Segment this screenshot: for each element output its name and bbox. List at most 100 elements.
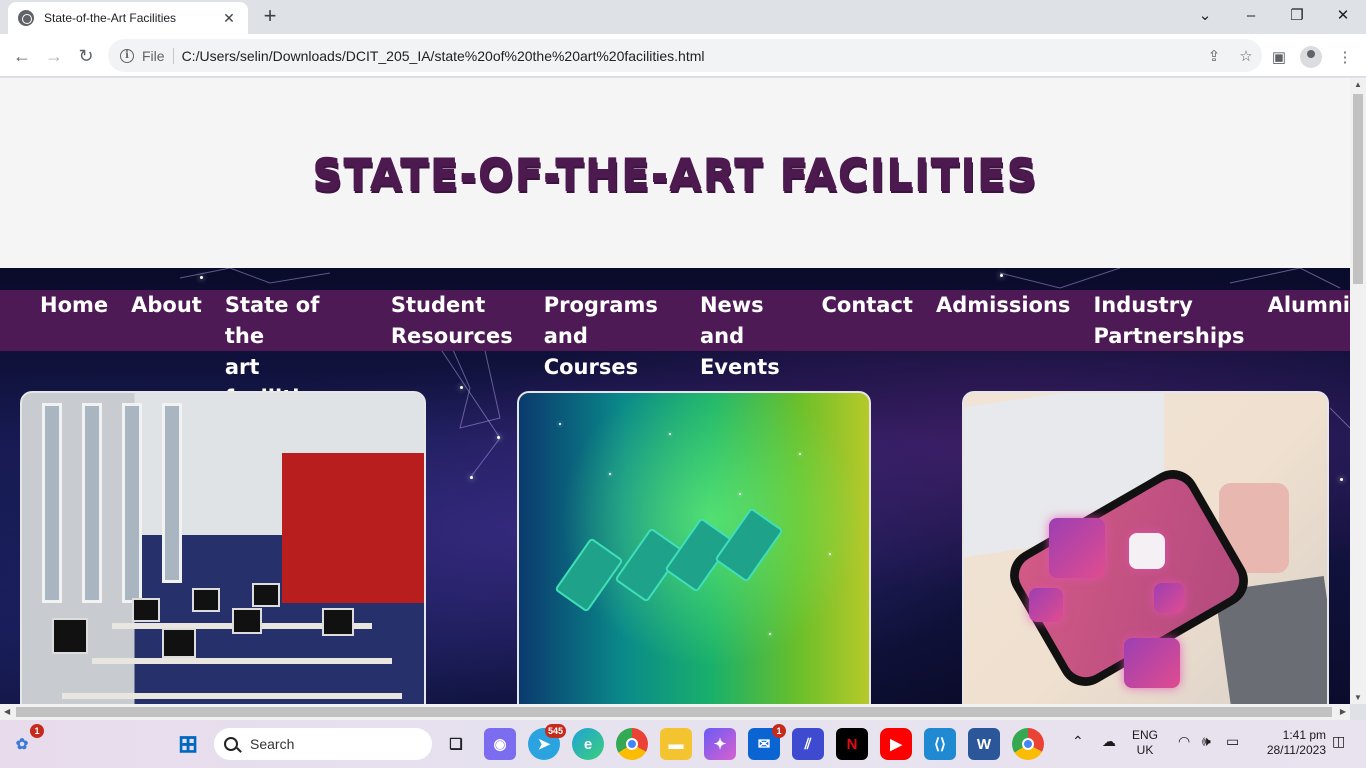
app-icon[interactable]: ⫽ bbox=[792, 728, 824, 760]
share-icon[interactable]: ⇪ bbox=[1198, 47, 1230, 65]
search-placeholder: Search bbox=[250, 736, 295, 752]
window-pane bbox=[82, 403, 102, 603]
app-widget bbox=[1124, 638, 1180, 688]
onedrive-icon[interactable]: ☁ bbox=[1102, 734, 1116, 749]
page-viewport: State-of-the-Art Facilities Home About S… bbox=[0, 78, 1350, 704]
widgets-badge: 1 bbox=[30, 724, 44, 738]
ethernet-plug bbox=[554, 537, 624, 613]
ethernet-plug bbox=[714, 507, 784, 583]
site-info-icon[interactable]: i bbox=[120, 48, 134, 63]
app-widget bbox=[1029, 588, 1063, 622]
edge-icon[interactable]: e bbox=[572, 728, 604, 760]
app-widget bbox=[1049, 518, 1105, 578]
monitor bbox=[162, 628, 196, 658]
network-cables-image bbox=[517, 391, 871, 704]
language-indicator[interactable]: ENG UK bbox=[1132, 728, 1158, 758]
copilot-icon[interactable]: ✦ bbox=[704, 728, 736, 760]
netflix-icon[interactable]: N bbox=[836, 728, 868, 760]
teams-chat-icon[interactable]: ◉ bbox=[484, 728, 516, 760]
minimize-button[interactable]: – bbox=[1228, 0, 1274, 30]
reload-button[interactable]: ↻ bbox=[72, 42, 100, 70]
youtube-icon[interactable]: ▶ bbox=[880, 728, 912, 760]
word-icon[interactable]: W bbox=[968, 728, 1000, 760]
chrome-active-icon[interactable] bbox=[1012, 728, 1044, 760]
new-tab-button[interactable]: + bbox=[258, 5, 282, 27]
browser-tab[interactable]: State-of-the-Art Facilities ✕ bbox=[8, 2, 248, 34]
nav-link-home[interactable]: Home bbox=[40, 290, 108, 321]
wifi-icon[interactable]: ◠ bbox=[1178, 734, 1190, 749]
nav-link-news-events[interactable]: News and Events bbox=[700, 290, 797, 383]
battery-icon[interactable]: ▭ bbox=[1226, 734, 1239, 749]
close-window-button[interactable]: ✕ bbox=[1320, 0, 1366, 30]
taskbar-search[interactable]: Search bbox=[214, 728, 432, 760]
window-pane bbox=[42, 403, 62, 603]
nav-link-industry-partnerships[interactable]: Industry Partnerships bbox=[1093, 290, 1244, 352]
star-decoration bbox=[497, 436, 500, 439]
light-dot bbox=[799, 453, 801, 455]
telegram-badge: 545 bbox=[544, 724, 566, 738]
notifications-icon[interactable]: ◫ bbox=[1332, 734, 1345, 749]
desk bbox=[62, 693, 402, 699]
light-dot bbox=[739, 493, 741, 495]
nav-link-student-resources[interactable]: Student Resources bbox=[391, 290, 513, 352]
monitor bbox=[192, 588, 220, 612]
window-pane bbox=[162, 403, 182, 583]
side-panel-icon[interactable]: ▣ bbox=[1268, 46, 1290, 68]
scroll-right-icon[interactable]: ▶ bbox=[1340, 707, 1346, 716]
nav-link-about[interactable]: About bbox=[131, 290, 202, 321]
monitor bbox=[252, 583, 280, 607]
widgets-icon[interactable]: ✿ 1 bbox=[6, 724, 44, 760]
chrome-icon[interactable] bbox=[616, 728, 648, 760]
keyboard-layout: UK bbox=[1136, 743, 1154, 757]
tab-strip: State-of-the-Art Facilities ✕ + ⌄ – ❐ ✕ bbox=[0, 0, 1366, 34]
mail-badge: 1 bbox=[772, 724, 786, 738]
nav-link-admissions[interactable]: Admissions bbox=[936, 290, 1070, 321]
app-widget bbox=[1154, 583, 1184, 613]
close-tab-icon[interactable]: ✕ bbox=[220, 10, 238, 27]
vertical-scroll-thumb[interactable] bbox=[1353, 94, 1363, 284]
search-icon bbox=[224, 737, 238, 751]
app-widget bbox=[1129, 533, 1165, 569]
monitor bbox=[232, 608, 262, 634]
scroll-left-icon[interactable]: ◀ bbox=[4, 707, 10, 716]
telegram-icon[interactable]: ➤ 545 bbox=[528, 724, 566, 760]
start-button[interactable]: ⊞ bbox=[172, 728, 204, 760]
clock[interactable]: 1:41 pm 28/11/2023 bbox=[1258, 728, 1326, 758]
page-title: State-of-the-Art Facilities bbox=[312, 148, 1038, 198]
volume-icon[interactable]: 🕪 bbox=[1202, 734, 1211, 749]
menu-kebab-icon[interactable]: ⋮ bbox=[1334, 46, 1356, 68]
scroll-up-icon[interactable]: ▲ bbox=[1354, 80, 1362, 89]
profile-button[interactable] bbox=[1300, 46, 1322, 68]
red-wall bbox=[282, 453, 424, 603]
file-explorer-icon[interactable]: ▬ bbox=[660, 728, 692, 760]
clock-date: 28/11/2023 bbox=[1266, 743, 1326, 757]
horizontal-scrollbar[interactable]: ◀ ▶ bbox=[0, 704, 1350, 720]
mail-icon[interactable]: ✉ 1 bbox=[748, 724, 786, 760]
back-button[interactable]: ← bbox=[8, 42, 36, 70]
task-view-icon[interactable]: ❏ bbox=[440, 728, 472, 760]
main-navbar: Home About State of theart facilities St… bbox=[0, 290, 1350, 410]
tab-search-button[interactable]: ⌄ bbox=[1182, 0, 1228, 30]
forward-button[interactable]: → bbox=[40, 42, 68, 70]
show-hidden-icons-chevron-icon[interactable]: ⌃ bbox=[1072, 734, 1084, 749]
star-decoration bbox=[1340, 478, 1343, 481]
star-decoration bbox=[460, 386, 463, 389]
vertical-scrollbar[interactable]: ▲ ▼ bbox=[1350, 78, 1366, 704]
language-code: ENG bbox=[1132, 728, 1159, 742]
nav-link-programs[interactable]: Programs and Courses bbox=[544, 290, 666, 383]
windows-taskbar: ✿ 1 ⊞ Search ❏ ◉ ➤ 545 e ▬ ✦ ✉ 1 ⫽ N ▶ ⟨⟩ W… bbox=[0, 720, 1366, 768]
scroll-down-icon[interactable]: ▼ bbox=[1354, 693, 1362, 702]
bookmark-star-icon[interactable]: ☆ bbox=[1230, 47, 1262, 65]
nav-link-contact[interactable]: Contact bbox=[821, 290, 913, 321]
restore-button[interactable]: ❐ bbox=[1274, 0, 1320, 30]
address-bar[interactable]: i File C:/Users/selin/Downloads/DCIT_205… bbox=[108, 39, 1262, 72]
monitor bbox=[132, 598, 160, 622]
light-dot bbox=[609, 473, 611, 475]
horizontal-scroll-thumb[interactable] bbox=[16, 707, 1332, 717]
vscode-icon[interactable]: ⟨⟩ bbox=[924, 728, 956, 760]
light-dot bbox=[829, 553, 831, 555]
nav-link-alumni[interactable]: Alumni bbox=[1268, 290, 1350, 321]
star-decoration bbox=[470, 476, 473, 479]
clock-time: 1:41 pm bbox=[1282, 728, 1326, 742]
url-text[interactable]: C:/Users/selin/Downloads/DCIT_205_IA/sta… bbox=[182, 48, 1198, 64]
